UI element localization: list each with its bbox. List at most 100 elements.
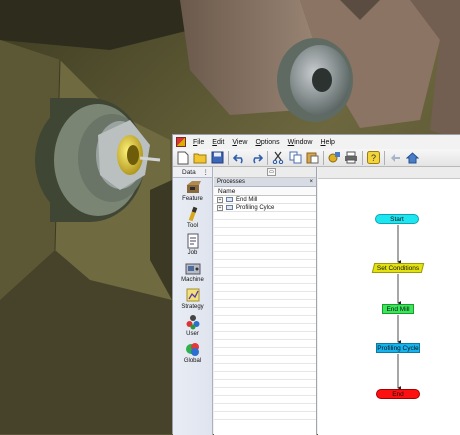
processes-header: Processes × xyxy=(214,178,316,187)
flow-node-end-mill[interactable]: End Mill xyxy=(382,304,414,314)
home-icon[interactable] xyxy=(404,150,420,166)
open-folder-icon[interactable] xyxy=(192,150,208,166)
job-icon xyxy=(187,233,198,249)
expand-icon[interactable]: + xyxy=(217,196,223,203)
menu-edit[interactable]: Edit xyxy=(208,139,228,146)
toolbar-separator xyxy=(362,150,363,165)
empty-list-row xyxy=(214,348,316,356)
palette-pin-icon[interactable]: ⋮ xyxy=(203,168,210,176)
palette-item-label: Machine xyxy=(181,277,204,283)
palette-item-label: Feature xyxy=(182,196,203,202)
empty-list-row xyxy=(214,356,316,364)
new-icon[interactable] xyxy=(175,150,191,166)
paste-icon[interactable] xyxy=(304,150,320,166)
back-icon[interactable] xyxy=(387,150,403,166)
palette-item-machine[interactable]: Machine xyxy=(173,259,212,286)
run-icon[interactable] xyxy=(326,150,342,166)
empty-list-row xyxy=(214,332,316,340)
menu-options[interactable]: Options xyxy=(251,139,283,146)
empty-list-row xyxy=(214,316,316,324)
process-node-icon xyxy=(226,205,233,210)
flow-node-start[interactable]: Start xyxy=(375,214,419,224)
expand-icon[interactable]: + xyxy=(217,204,223,211)
empty-list-row xyxy=(214,396,316,404)
toolbar-separator xyxy=(228,150,229,165)
copy-icon[interactable] xyxy=(287,150,303,166)
tool-icon xyxy=(188,206,197,222)
menu-file[interactable]: File xyxy=(189,139,208,146)
machine-icon xyxy=(185,263,200,275)
palette-item-global[interactable]: Global xyxy=(173,340,212,367)
palette-item-label: Strategy xyxy=(181,304,204,310)
palette-item-label: Global xyxy=(183,358,202,364)
empty-list-row xyxy=(214,324,316,332)
column-header-name[interactable]: Name xyxy=(214,187,316,196)
main-toolbar: ? xyxy=(173,149,460,167)
svg-text:?: ? xyxy=(370,153,375,163)
empty-list-row xyxy=(214,292,316,300)
application-window: File Edit View Options Window Help ? Dat… xyxy=(172,134,460,435)
panel-toggle-icon[interactable]: ▭ xyxy=(267,168,276,176)
palette-title: Data xyxy=(182,168,196,176)
palette-item-tool[interactable]: Tool xyxy=(173,205,212,232)
help-icon[interactable]: ? xyxy=(365,150,381,166)
empty-list-row xyxy=(214,412,316,420)
global-icon xyxy=(185,343,199,356)
save-icon[interactable] xyxy=(209,150,225,166)
empty-list-row xyxy=(214,244,316,252)
palette-item-label: Job xyxy=(187,250,198,256)
palette-item-user[interactable]: User xyxy=(173,313,212,340)
empty-list-row xyxy=(214,284,316,292)
empty-list-row xyxy=(214,380,316,388)
empty-list-row xyxy=(214,252,316,260)
print-icon[interactable] xyxy=(343,150,359,166)
toolbar-separator xyxy=(323,150,324,165)
empty-list-row xyxy=(214,364,316,372)
data-palette: Data ⋮ Feature Tool Job Machine Strategy… xyxy=(173,167,213,435)
toolbar-separator xyxy=(267,150,268,165)
empty-list-row xyxy=(214,300,316,308)
empty-list-row xyxy=(214,308,316,316)
empty-list-row xyxy=(214,276,316,284)
redo-icon[interactable] xyxy=(248,150,264,166)
empty-list-row xyxy=(214,236,316,244)
tree-row[interactable]: + Profiling Cylce xyxy=(214,204,316,212)
app-logo-icon xyxy=(176,137,186,147)
palette-item-label: Tool xyxy=(186,223,198,229)
palette-item-label: User xyxy=(186,331,199,337)
menu-help[interactable]: Help xyxy=(316,139,338,146)
menu-view[interactable]: View xyxy=(228,139,251,146)
tree-row-label: End Mill xyxy=(236,196,258,203)
palette-item-feature[interactable]: Feature xyxy=(173,178,212,205)
palette-header: Data ⋮ xyxy=(173,167,212,178)
processes-subbar: ▭ xyxy=(214,167,316,178)
strategy-icon xyxy=(186,288,199,302)
empty-list-row xyxy=(214,228,316,236)
empty-list-row xyxy=(214,268,316,276)
flow-node-set-conditions[interactable]: Set Conditions xyxy=(371,263,425,273)
empty-list-row xyxy=(214,340,316,348)
palette-item-strategy[interactable]: Strategy xyxy=(173,286,212,313)
toolbar-separator xyxy=(384,150,385,165)
palette-item-job[interactable]: Job xyxy=(173,232,212,259)
close-icon[interactable]: × xyxy=(309,179,313,185)
flowchart-canvas[interactable]: Start Set Conditions End Mill Profiling … xyxy=(318,179,460,435)
processes-title: Processes xyxy=(217,179,246,185)
tree-row[interactable]: + End Mill xyxy=(214,196,316,204)
tree-row-label: Profiling Cylce xyxy=(236,204,275,211)
undo-icon[interactable] xyxy=(231,150,247,166)
cut-icon[interactable] xyxy=(270,150,286,166)
empty-list-row xyxy=(214,388,316,396)
process-tree: + End Mill + Profiling Cylce xyxy=(214,196,316,420)
flow-node-profiling-cycle[interactable]: Profiling Cycle xyxy=(376,343,420,353)
feature-icon xyxy=(186,181,201,193)
empty-list-row xyxy=(214,220,316,228)
empty-list-row xyxy=(214,404,316,412)
flow-node-label: Set Conditions xyxy=(376,264,420,272)
flow-node-end[interactable]: End xyxy=(376,389,420,399)
menu-window[interactable]: Window xyxy=(284,139,317,146)
processes-panel: ▭ Processes × Name + End Mill + Profilin… xyxy=(214,167,317,435)
user-icon xyxy=(186,315,199,330)
empty-list-row xyxy=(214,372,316,380)
canvas-ruler xyxy=(318,167,460,179)
